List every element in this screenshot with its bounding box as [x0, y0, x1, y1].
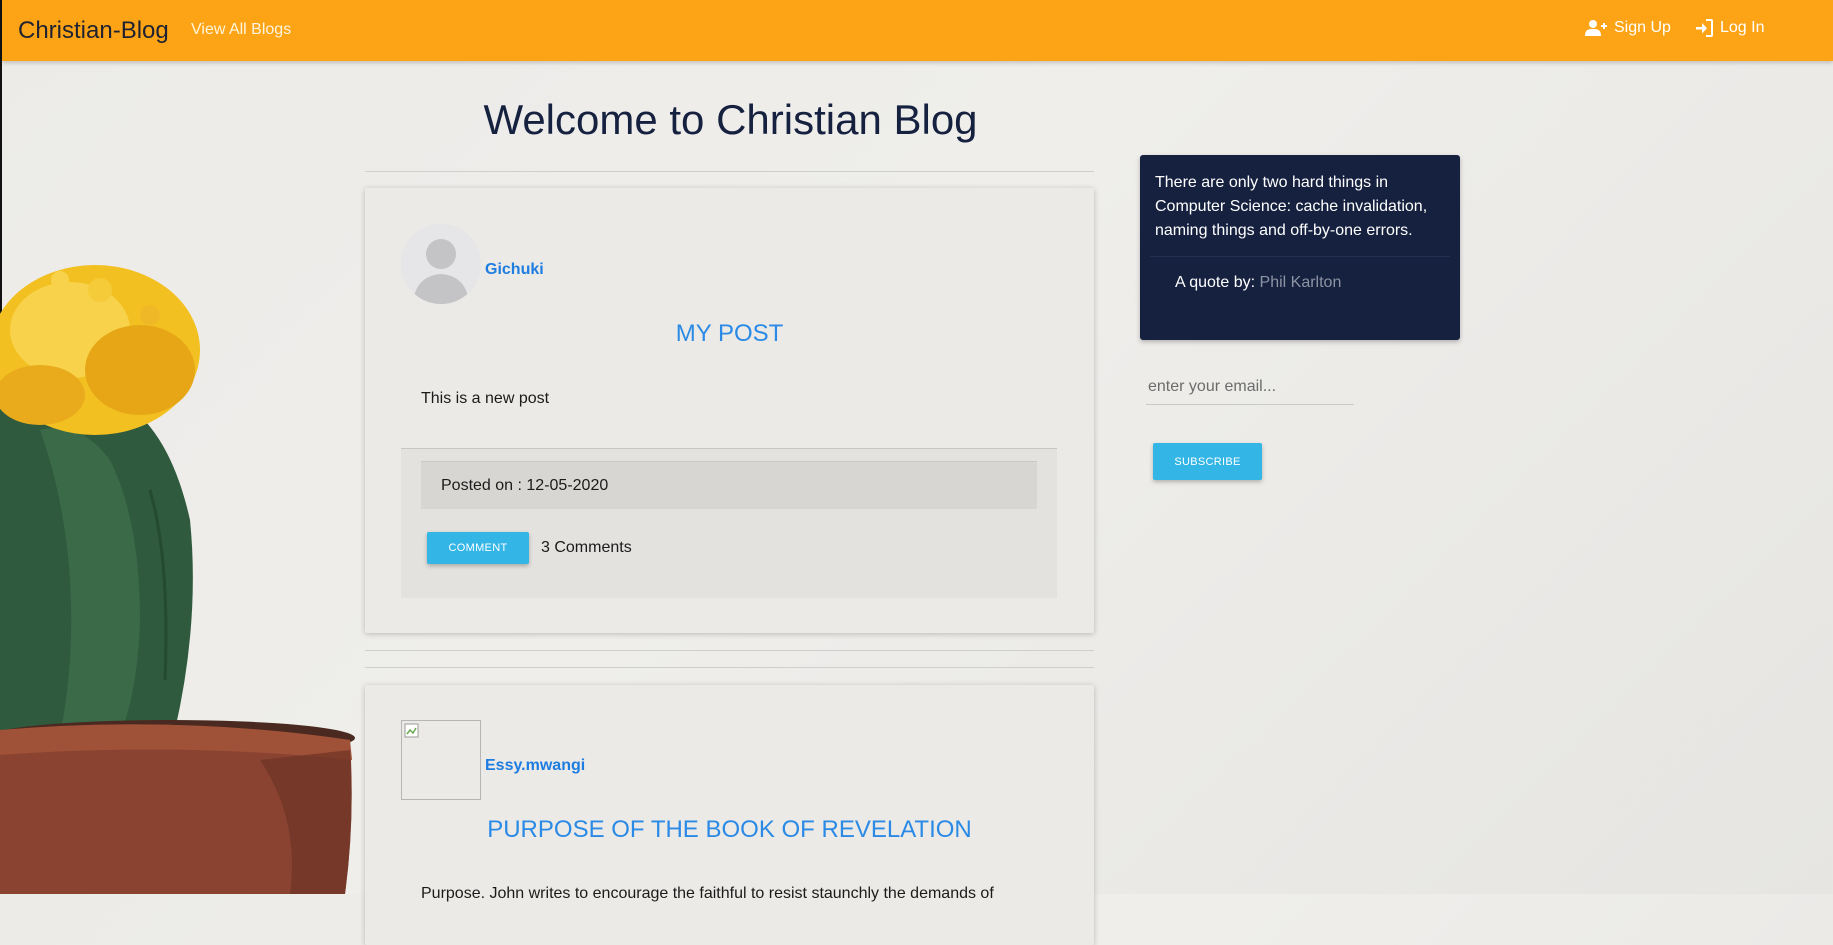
nav-sign-up-label: Sign Up — [1614, 19, 1671, 36]
user-silhouette-icon — [401, 224, 481, 304]
post-body: Purpose. John writes to encourage the fa… — [421, 885, 994, 902]
quote-card: There are only two hard things in Comput… — [1140, 155, 1460, 340]
post-title[interactable]: MY POST — [365, 320, 1094, 348]
author-avatar — [401, 224, 481, 304]
post-card: Gichuki MY POST This is a new post Poste… — [365, 188, 1094, 633]
post-title[interactable]: PURPOSE OF THE BOOK OF REVELATION — [365, 816, 1094, 844]
post-card: Essy.mwangi PURPOSE OF THE BOOK OF REVEL… — [365, 685, 1094, 945]
user-plus-icon — [1585, 20, 1607, 36]
subscribe-button[interactable]: SUBSCRIBE — [1153, 443, 1262, 480]
post-body: This is a new post — [421, 390, 550, 407]
post-author-link[interactable]: Gichuki — [485, 261, 544, 279]
divider — [365, 667, 1094, 668]
email-field[interactable] — [1146, 370, 1354, 405]
navbar: Christian-Blog View All Blogs Sign Up Lo… — [2, 0, 1833, 61]
author-avatar-broken-image — [401, 720, 481, 800]
nav-log-in-label: Log In — [1720, 19, 1765, 36]
quote-text: There are only two hard things in Comput… — [1155, 174, 1428, 239]
comment-button[interactable]: COMMENT — [427, 532, 529, 564]
cactus-image — [0, 265, 355, 894]
broken-image-icon — [404, 723, 419, 738]
posted-on-date: Posted on : 12-05-2020 — [421, 461, 1037, 509]
sign-in-icon — [1696, 19, 1713, 37]
post-author-link[interactable]: Essy.mwangi — [485, 757, 585, 775]
page-title: Welcome to Christian Blog — [483, 96, 978, 143]
quote-divider — [1150, 256, 1450, 257]
quote-by-label: A quote by: — [1175, 274, 1256, 291]
post-footer: Posted on : 12-05-2020 COMMENT 3 Comment… — [401, 448, 1057, 598]
divider — [365, 650, 1094, 651]
nav-sign-up[interactable]: Sign Up — [1585, 19, 1671, 37]
nav-log-in[interactable]: Log In — [1695, 19, 1764, 37]
comment-count[interactable]: 3 Comments — [541, 539, 632, 557]
divider — [365, 171, 1094, 172]
quote-author: Phil Karlton — [1259, 274, 1342, 291]
brand-logo[interactable]: Christian-Blog — [18, 17, 169, 45]
nav-view-all-blogs[interactable]: View All Blogs — [191, 21, 291, 39]
quote-attribution: A quote by: Phil Karlton — [1175, 274, 1341, 292]
